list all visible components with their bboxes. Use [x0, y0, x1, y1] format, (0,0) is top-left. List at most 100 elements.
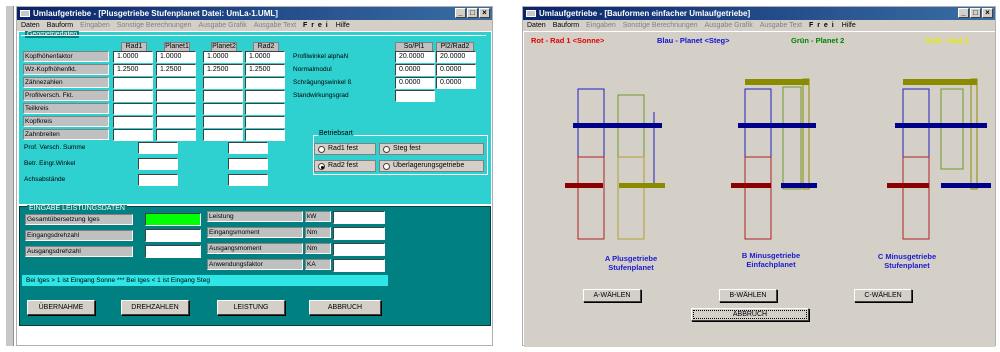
geo-input[interactable] — [203, 90, 243, 102]
leistung-input[interactable] — [145, 213, 201, 226]
geo-extra-input-2[interactable] — [228, 174, 268, 186]
geo-input[interactable] — [203, 129, 243, 141]
cancel-button[interactable]: ABBRUCH — [691, 308, 809, 321]
geo-extra-input-2[interactable] — [228, 142, 268, 154]
geo-input[interactable]: 1.2500 — [156, 64, 196, 76]
leistung-right-label: Ausgangsmoment — [207, 243, 303, 254]
geo-input[interactable] — [113, 77, 153, 89]
leistung-title: EINGABE LEISTUNGSDATEN — [27, 205, 127, 212]
geo-input[interactable]: 1.0000 — [113, 51, 153, 63]
geo-input[interactable] — [203, 116, 243, 128]
geo-input[interactable]: 1.0000 — [245, 51, 285, 63]
radio-label: Rad2 fest — [328, 162, 358, 169]
diagram-c-sun-red — [902, 156, 930, 240]
geo-input[interactable] — [113, 103, 153, 115]
left-window: Umlaufgetriebe - [Plusgetriebe Stufenpla… — [16, 6, 493, 346]
geo-input[interactable] — [113, 90, 153, 102]
leistung-label: Eingangsdrehzahl — [25, 230, 133, 241]
geo-input[interactable] — [156, 129, 196, 141]
geo-input[interactable]: 1.2500 — [203, 64, 243, 76]
menu-item-7[interactable]: Hilfe — [336, 20, 350, 31]
geo-input[interactable] — [156, 77, 196, 89]
select-button-1[interactable]: B-WÄHLEN — [719, 289, 777, 302]
geo-input[interactable] — [113, 129, 153, 141]
diagram-a-sun-shaft — [565, 183, 603, 188]
diagram-caption: B Minusgetriebe Einfachplanet — [721, 251, 821, 269]
leistung-hint: Bei Iges > 1 ist Eingang Sonne *** Bei I… — [22, 275, 388, 286]
geo-input[interactable] — [113, 116, 153, 128]
menu-item-6[interactable]: F r e i — [303, 20, 329, 31]
geo-extra-input-2[interactable] — [228, 158, 268, 170]
geo-input[interactable] — [203, 103, 243, 115]
geo-extra-label: Achsabstände — [23, 174, 123, 185]
leistung-right-input[interactable] — [333, 211, 385, 224]
leistung-right-label: Eingangsmoment — [207, 227, 303, 238]
menu-item-0[interactable]: Daten — [21, 20, 40, 31]
geo-input[interactable] — [245, 77, 285, 89]
select-button-0[interactable]: A-WÄHLEN — [583, 289, 641, 302]
left-button-0[interactable]: ÜBERNAHME — [27, 300, 95, 315]
menu-item-1[interactable]: Bauform — [47, 20, 73, 31]
leistung-right-input[interactable] — [333, 259, 385, 272]
radio-dot — [318, 163, 325, 170]
diagram-a-ring-shaft — [619, 183, 665, 188]
geo-row-label: Teilkreis — [23, 103, 109, 114]
maximize-button[interactable]: □ — [467, 8, 478, 18]
geo-input[interactable] — [156, 90, 196, 102]
geo-input[interactable]: 1.0000 — [156, 51, 196, 63]
leistung-unit: KA — [305, 259, 331, 270]
betriebsart-radio[interactable]: Rad1 fest — [314, 143, 376, 155]
left-button-3[interactable]: ABBRUCH — [309, 300, 381, 315]
geo-extra-input[interactable] — [138, 158, 178, 170]
leistung-right-label: Anwendungsfaktor — [207, 259, 303, 270]
geo-input[interactable] — [245, 116, 285, 128]
geo-right-input[interactable] — [395, 90, 435, 102]
leistung-input[interactable] — [145, 245, 201, 258]
geo-input[interactable] — [245, 90, 285, 102]
menu-item-4[interactable]: Ausgabe Grafik — [198, 20, 246, 31]
close-button[interactable]: × — [479, 8, 490, 18]
diagram-c-planet-green — [940, 88, 964, 170]
geo-right-input[interactable]: 20.0000 — [436, 51, 476, 63]
geo-input[interactable] — [245, 129, 285, 141]
diagram-b-sun-red — [744, 156, 772, 240]
left-scrollbar[interactable] — [6, 6, 14, 346]
geo-input[interactable] — [156, 103, 196, 115]
betriebsart-radio[interactable]: Überlagerungsgetriebe — [379, 160, 484, 172]
diagram-b-ring-top — [745, 79, 809, 85]
leistung-right-input[interactable] — [333, 243, 385, 256]
diagram-c-planet-outline — [902, 88, 930, 240]
betriebsart-radio[interactable]: Steg fest — [379, 143, 484, 155]
diagram-a-gear1-outline — [577, 88, 605, 240]
caption-line2: Stufenplanet — [884, 261, 930, 270]
geo-row-label: Zähnezahlen — [23, 77, 109, 88]
geo-right-input[interactable]: 0.0000 — [395, 77, 435, 89]
select-button-2[interactable]: C-WÄHLEN — [854, 289, 912, 302]
geo-input[interactable]: 1.2500 — [245, 64, 285, 76]
minimize-button[interactable]: _ — [455, 8, 466, 18]
left-titlebar: Umlaufgetriebe - [Plusgetriebe Stufenpla… — [17, 7, 492, 20]
geo-input[interactable]: 1.0000 — [203, 51, 243, 63]
menu-item-3[interactable]: Sonstige Berechnungen — [117, 20, 192, 31]
geo-extra-input[interactable] — [138, 174, 178, 186]
leistung-input[interactable] — [145, 229, 201, 242]
betriebsart-radio[interactable]: Rad2 fest — [314, 160, 376, 172]
geo-input[interactable]: 1.2500 — [113, 64, 153, 76]
geo-input[interactable] — [156, 116, 196, 128]
geo-right-input[interactable]: 20.0000 — [395, 51, 435, 63]
geo-input[interactable] — [245, 103, 285, 115]
geo-extra-input[interactable] — [138, 142, 178, 154]
geo-input[interactable] — [203, 77, 243, 89]
diagram-c — [887, 78, 991, 240]
geo-row-label: Kopfkreis — [23, 116, 109, 127]
geo-right-input[interactable]: 0.0000 — [395, 64, 435, 76]
menu-item-5[interactable]: Ausgabe Text — [254, 20, 296, 31]
left-button-1[interactable]: DREHZAHLEN — [121, 300, 189, 315]
geo-right-input[interactable]: 0.0000 — [436, 77, 476, 89]
geo-row-label: Wz-Kopfhöhenfkt. — [23, 64, 109, 75]
geo-right-input[interactable]: 0.0000 — [436, 64, 476, 76]
left-button-2[interactable]: LEISTUNG — [217, 300, 285, 315]
leistung-right-input[interactable] — [333, 227, 385, 240]
geo-row-label: Zahnbreiten — [23, 129, 109, 140]
menu-item-2[interactable]: Eingaben — [80, 20, 110, 31]
